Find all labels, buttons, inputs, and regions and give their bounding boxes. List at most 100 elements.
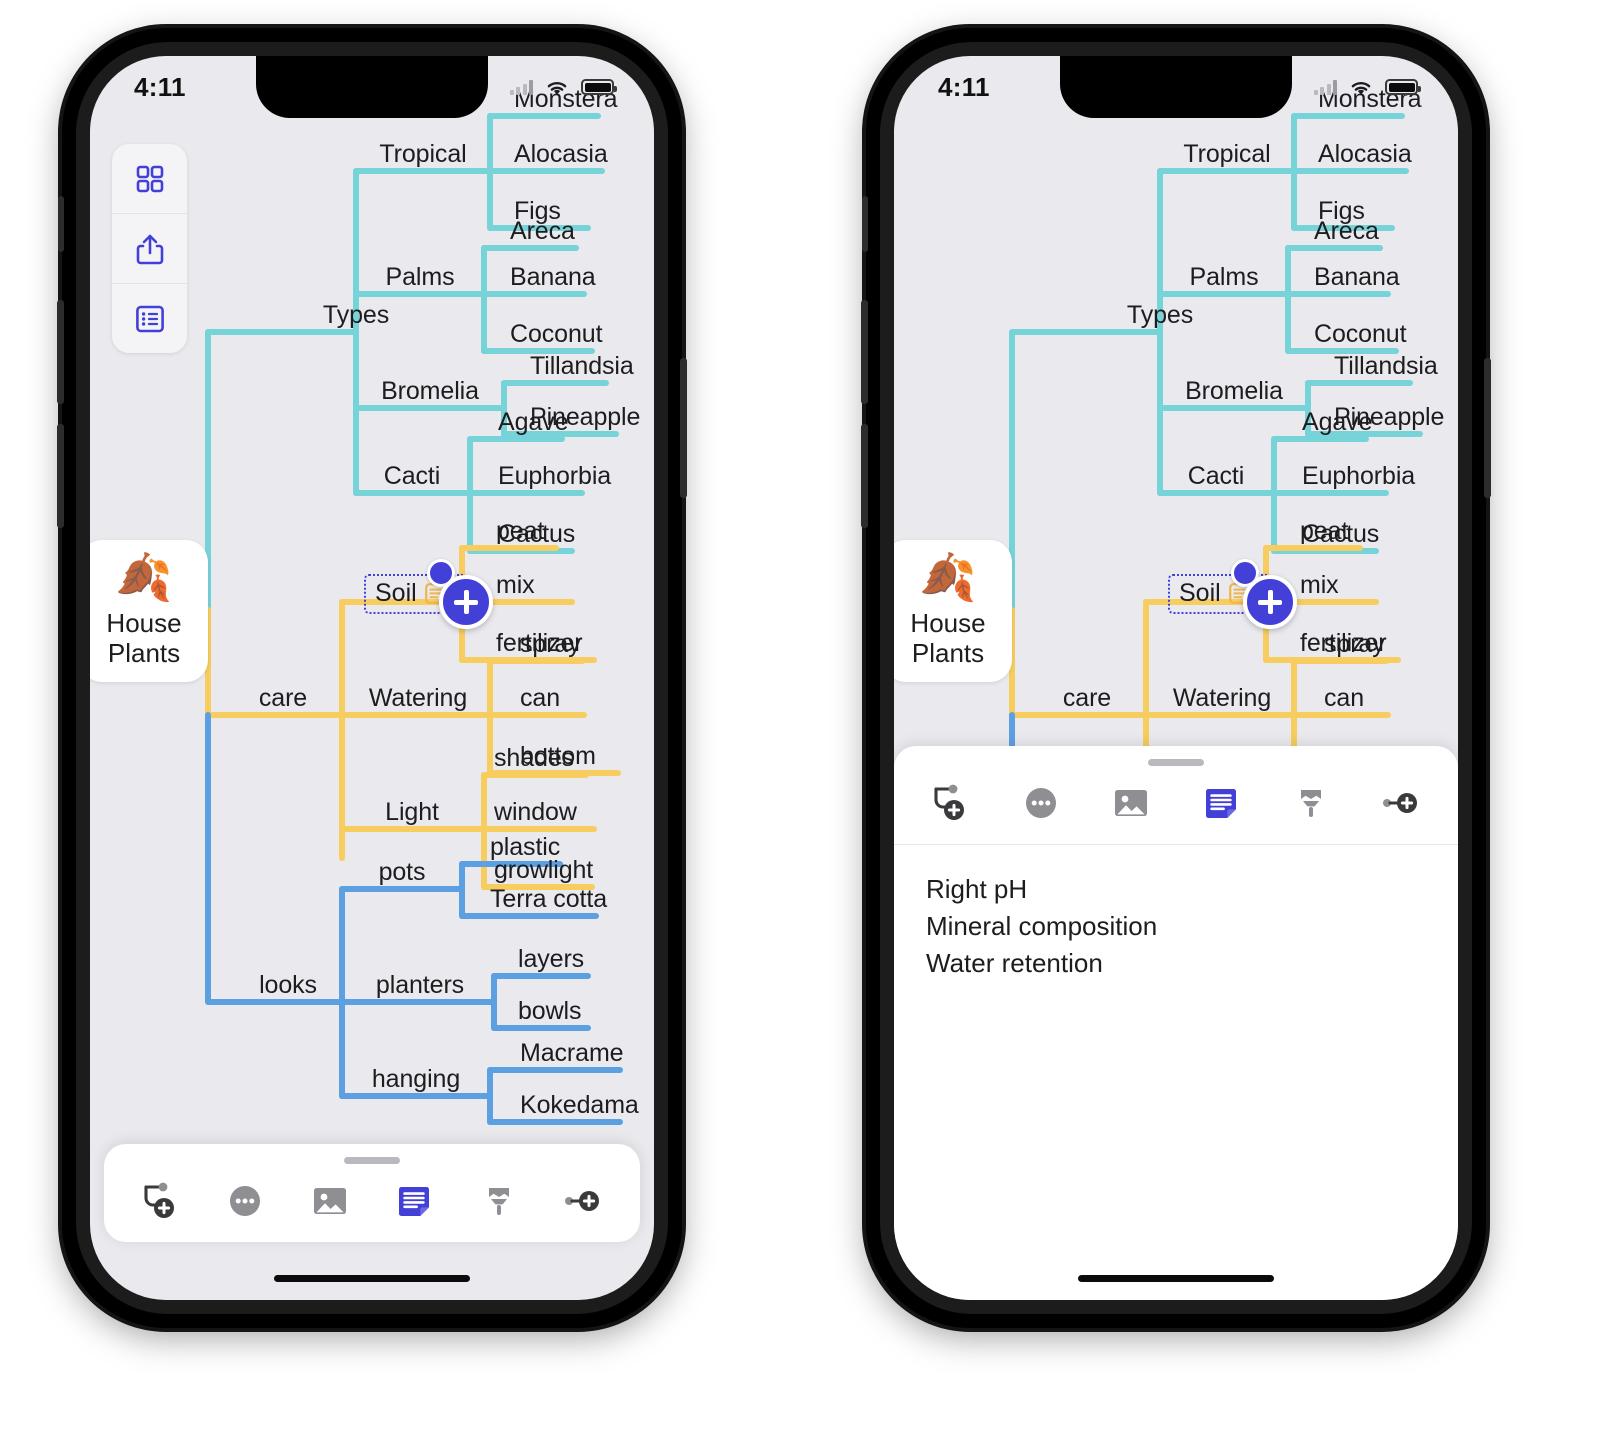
- note-text-editor[interactable]: Right pH Mineral composition Water reten…: [894, 845, 1458, 982]
- node-add-icon: [144, 1182, 174, 1218]
- volume-down-button[interactable]: [57, 424, 64, 528]
- node-label-cacti[interactable]: Cacti: [1188, 463, 1245, 493]
- node-label-coconut[interactable]: Coconut: [510, 321, 603, 351]
- node-label-cacti[interactable]: Cacti: [384, 463, 441, 493]
- add-child-node-button[interactable]: [140, 1180, 182, 1222]
- node-label-alocasia[interactable]: Alocasia: [514, 141, 608, 171]
- node-label-palms[interactable]: Palms: [386, 264, 455, 294]
- node-label-areca[interactable]: Areca: [1314, 218, 1379, 248]
- sheet-drag-grabber[interactable]: [1148, 759, 1204, 766]
- node-label-agave[interactable]: Agave: [498, 409, 568, 439]
- node-label-coconut[interactable]: Coconut: [1314, 321, 1407, 351]
- note-icon: [1206, 789, 1236, 818]
- node-label-spray[interactable]: spray: [1324, 631, 1385, 661]
- node-label-banana[interactable]: Banana: [1314, 264, 1400, 294]
- selected-node-label: Soil: [375, 579, 417, 607]
- power-button[interactable]: [1484, 358, 1491, 498]
- volume-down-button[interactable]: [861, 424, 868, 528]
- node-label-palms[interactable]: Palms: [1190, 264, 1259, 294]
- note-panel-sheet[interactable]: Right pH Mineral composition Water reten…: [894, 746, 1458, 1300]
- node-add-icon: [934, 784, 964, 820]
- volume-up-button[interactable]: [57, 300, 64, 404]
- node-label-areca[interactable]: Areca: [510, 218, 575, 248]
- outline-view-button[interactable]: [112, 283, 187, 353]
- more-options-button[interactable]: [224, 1180, 266, 1222]
- node-label-peat[interactable]: peat: [1300, 518, 1348, 548]
- node-label-types[interactable]: Types: [323, 302, 389, 332]
- node-label-planters[interactable]: planters: [376, 972, 464, 1002]
- node-label-bromelia[interactable]: Bromelia: [381, 378, 479, 408]
- node-label-watering[interactable]: Watering: [1173, 685, 1271, 715]
- left-toolbar[interactable]: [112, 144, 187, 353]
- home-indicator[interactable]: [274, 1275, 470, 1282]
- ellipsis-circle-icon: [1026, 788, 1056, 818]
- add-child-plus-button[interactable]: [1243, 575, 1297, 629]
- sheet-drag-grabber[interactable]: [344, 1157, 400, 1164]
- add-child-node-button[interactable]: [930, 782, 972, 824]
- mindmap-canvas[interactable]: Types Tropical Monstera Alocasia Figs Pa…: [90, 56, 654, 1300]
- node-label-care[interactable]: care: [1063, 685, 1111, 715]
- node-label-peat[interactable]: peat: [496, 518, 544, 548]
- node-label-care[interactable]: care: [259, 685, 307, 715]
- node-label-euphorbia[interactable]: Euphorbia: [1302, 463, 1415, 493]
- node-label-spray[interactable]: spray: [520, 631, 581, 661]
- bottom-toolbar-sheet[interactable]: [104, 1144, 640, 1242]
- node-label-watering[interactable]: Watering: [369, 685, 467, 715]
- node-label-banana[interactable]: Banana: [510, 264, 596, 294]
- insert-image-button[interactable]: [1110, 782, 1152, 824]
- style-brush-button[interactable]: [1290, 782, 1332, 824]
- node-label-layers[interactable]: layers: [518, 946, 584, 976]
- node-label-terracotta[interactable]: Terra cotta: [490, 886, 607, 916]
- note-button[interactable]: [1200, 782, 1242, 824]
- paintbrush-icon: [488, 1188, 509, 1215]
- node-label-tropical[interactable]: Tropical: [1183, 141, 1270, 171]
- image-icon: [313, 1188, 346, 1214]
- node-label-monstera[interactable]: Monstera: [514, 86, 618, 116]
- note-line: Right pH: [926, 874, 1028, 904]
- add-sibling-node-button[interactable]: [1380, 782, 1422, 824]
- node-label-shades[interactable]: shades: [494, 745, 574, 775]
- note-button[interactable]: [393, 1180, 435, 1222]
- mute-switch[interactable]: [58, 196, 64, 252]
- node-label-agave[interactable]: Agave: [1302, 409, 1372, 439]
- outline-list-icon: [135, 305, 164, 332]
- node-label-plastic[interactable]: plastic: [490, 834, 560, 864]
- more-options-button[interactable]: [1020, 782, 1062, 824]
- node-label-alocasia[interactable]: Alocasia: [1318, 141, 1412, 171]
- node-label-mix[interactable]: mix: [496, 572, 535, 602]
- selected-node-label: Soil: [1179, 579, 1221, 607]
- node-label-tropical[interactable]: Tropical: [379, 141, 466, 171]
- add-child-plus-button[interactable]: [439, 575, 493, 629]
- node-label-macrame[interactable]: Macrame: [520, 1040, 624, 1070]
- node-label-euphorbia[interactable]: Euphorbia: [498, 463, 611, 493]
- node-label-kokedama[interactable]: Kokedama: [520, 1092, 639, 1122]
- node-label-window[interactable]: window: [494, 799, 577, 829]
- insert-image-button[interactable]: [309, 1180, 351, 1222]
- image-icon: [1115, 790, 1147, 816]
- grid-view-button[interactable]: [112, 144, 187, 213]
- node-label-tillandsia[interactable]: Tillandsia: [530, 353, 634, 383]
- add-sibling-node-button[interactable]: [562, 1180, 604, 1222]
- node-label-can[interactable]: can: [1324, 685, 1364, 715]
- node-label-tillandsia[interactable]: Tillandsia: [1334, 353, 1438, 383]
- volume-up-button[interactable]: [861, 300, 868, 404]
- node-label-types[interactable]: Types: [1127, 302, 1193, 332]
- node-label-monstera[interactable]: Monstera: [1318, 86, 1422, 116]
- node-label-mix[interactable]: mix: [1300, 572, 1339, 602]
- node-label-bowls[interactable]: bowls: [518, 998, 582, 1028]
- power-button[interactable]: [680, 358, 687, 498]
- root-node-house-plants[interactable]: 🍂 House Plants: [894, 540, 1012, 682]
- node-label-light[interactable]: Light: [385, 799, 439, 829]
- sheet-tool-row: [894, 766, 1458, 844]
- display-notch: [256, 56, 488, 118]
- node-label-hanging[interactable]: hanging: [372, 1066, 460, 1096]
- node-label-bromelia[interactable]: Bromelia: [1185, 378, 1283, 408]
- node-label-can[interactable]: can: [520, 685, 560, 715]
- root-node-house-plants[interactable]: 🍂 House Plants: [90, 540, 208, 682]
- share-button[interactable]: [112, 213, 187, 283]
- home-indicator[interactable]: [1078, 1275, 1274, 1282]
- node-label-looks[interactable]: looks: [259, 972, 317, 1002]
- mute-switch[interactable]: [862, 196, 868, 252]
- style-brush-button[interactable]: [478, 1180, 520, 1222]
- node-label-pots[interactable]: pots: [379, 859, 426, 889]
